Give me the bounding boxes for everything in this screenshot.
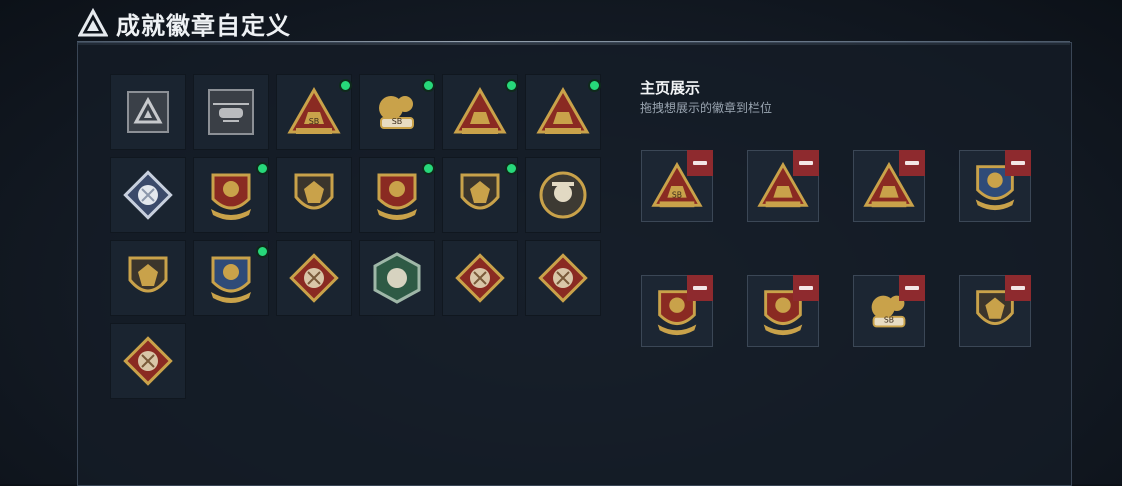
shield-blade-badge-icon [128, 256, 168, 293]
badge-grid: SB SB [110, 74, 601, 399]
minus-icon [905, 286, 919, 290]
unlocked-indicator-icon [256, 162, 269, 175]
showcase-slot[interactable] [959, 275, 1031, 347]
diamond-dragon-badge-icon [455, 253, 505, 303]
remove-badge-button[interactable] [793, 150, 819, 176]
badge-cell[interactable] [110, 240, 186, 316]
unlocked-indicator-icon [422, 79, 435, 92]
badge-cell[interactable] [193, 240, 269, 316]
shield-crystal-badge-icon [460, 173, 500, 210]
badge-cell[interactable] [525, 74, 601, 150]
hexagon-goat-badge-icon [373, 252, 421, 304]
showcase-slot[interactable]: SB [641, 150, 713, 222]
locked-triangle-emblem-icon [127, 91, 169, 133]
remove-badge-button[interactable] [1005, 150, 1031, 176]
unlocked-indicator-icon [505, 79, 518, 92]
triangle-loot-badge-icon [453, 86, 507, 134]
diamond-horse-badge-icon [123, 336, 173, 386]
badge-cell[interactable] [442, 240, 518, 316]
diamond-wolf-badge-icon [289, 253, 339, 303]
badge-cell[interactable] [442, 157, 518, 233]
showcase-slot[interactable] [641, 275, 713, 347]
badge-cell[interactable] [359, 240, 435, 316]
badge-cell[interactable] [276, 157, 352, 233]
badge-label: SB [392, 117, 403, 126]
unlocked-indicator-icon [256, 245, 269, 258]
unlocked-indicator-icon [422, 162, 435, 175]
unlocked-indicator-icon [505, 162, 518, 175]
page-header: 成就徽章自定义 [78, 6, 291, 40]
badge-cell[interactable] [193, 157, 269, 233]
remove-badge-button[interactable] [687, 150, 713, 176]
badge-cell[interactable] [110, 323, 186, 399]
remove-badge-button[interactable] [793, 275, 819, 301]
winged-shield-stars-badge-icon [377, 173, 417, 220]
badge-cell[interactable] [110, 157, 186, 233]
triangle-logo-icon [78, 8, 108, 37]
triangle-sb-badge-icon: SB [287, 86, 341, 134]
slot-badge-label: SB [884, 316, 894, 325]
minus-icon [693, 286, 707, 290]
showcase-slot[interactable] [959, 150, 1031, 222]
gears-sb-badge-icon: SB [379, 96, 414, 129]
remove-badge-button[interactable] [899, 150, 925, 176]
showcase-slot[interactable] [747, 150, 819, 222]
showcase-slot[interactable]: SB [853, 275, 925, 347]
diamond-lizard-badge-icon [538, 253, 588, 303]
helicopter-badge-icon [208, 89, 254, 135]
showcase-slot[interactable] [747, 275, 819, 347]
remove-badge-button[interactable] [1005, 275, 1031, 301]
shield-eagle-badge-icon [294, 173, 334, 210]
minus-icon [1011, 286, 1025, 290]
badge-cell[interactable]: SB [276, 74, 352, 150]
showcase-title: 主页展示 [640, 79, 701, 97]
round-skull-badge-icon [539, 171, 587, 219]
badge-cell[interactable] [525, 157, 601, 233]
badge-cell[interactable] [442, 74, 518, 150]
triangle-soldier-badge-icon [536, 86, 590, 134]
badge-cell[interactable] [276, 240, 352, 316]
minus-icon [1011, 161, 1025, 165]
badge-cell[interactable] [193, 74, 269, 150]
minus-icon [693, 161, 707, 165]
diamond-rose-badge-icon [123, 170, 173, 220]
page-title: 成就徽章自定义 [116, 11, 291, 40]
star-medal-badge-icon [211, 173, 251, 220]
minus-icon [905, 161, 919, 165]
badge-cell[interactable] [110, 74, 186, 150]
showcase-slot[interactable] [853, 150, 925, 222]
unlocked-indicator-icon [339, 79, 352, 92]
badge-cell[interactable] [525, 240, 601, 316]
minus-icon [799, 286, 813, 290]
unlocked-indicator-icon [588, 79, 601, 92]
remove-badge-button[interactable] [899, 275, 925, 301]
minus-icon [799, 161, 813, 165]
crossed-weapons-shield-badge-icon [211, 256, 251, 303]
badge-cell[interactable] [359, 157, 435, 233]
showcase-subtitle: 拖拽想展示的徽章到栏位 [640, 101, 773, 115]
badge-label: SB [309, 117, 320, 126]
remove-badge-button[interactable] [687, 275, 713, 301]
slot-badge-label: SB [672, 191, 682, 200]
badge-cell[interactable]: SB [359, 74, 435, 150]
